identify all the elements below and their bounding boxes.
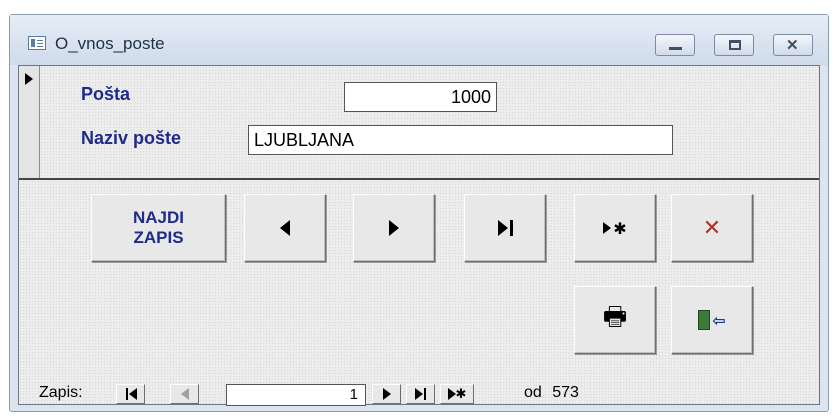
previous-record-icon (280, 220, 290, 236)
new-record-icon: ✱ (575, 195, 655, 261)
close-icon: ✕ (786, 37, 799, 54)
next-record-button[interactable] (353, 194, 435, 262)
prev-record-nav-button[interactable] (170, 384, 199, 404)
current-record-field[interactable]: 1 (226, 384, 366, 406)
record-count: od 573 (524, 384, 579, 402)
najdi-label-line2: ZAPIS (133, 228, 184, 247)
maximize-icon (729, 40, 741, 50)
record-nav-label: Zapis: (39, 384, 83, 401)
section-divider (19, 178, 819, 180)
minimize-button[interactable] (655, 34, 695, 56)
last-record-button[interactable] (464, 194, 546, 262)
maximize-button[interactable] (714, 34, 754, 56)
delete-record-icon: ✕ (702, 215, 722, 241)
najdi-zapis-button[interactable]: NAJDI ZAPIS (91, 194, 226, 262)
close-button[interactable]: ✕ (773, 34, 813, 56)
previous-record-button[interactable] (244, 194, 326, 262)
last-record-nav-button[interactable] (406, 384, 435, 404)
naziv-poste-field[interactable]: LJUBLJANA (248, 125, 673, 155)
new-record-nav-icon (447, 388, 456, 400)
print-button[interactable]: 🖶 (574, 286, 656, 354)
last-record-icon (465, 195, 545, 261)
first-record-nav-button[interactable] (116, 384, 145, 404)
naziv-poste-label: Naziv pošte (81, 128, 182, 148)
next-record-nav-icon (382, 388, 391, 400)
print-icon: 🖶 (602, 302, 628, 332)
new-record-button[interactable]: ✱ (574, 194, 656, 262)
last-record-nav-icon (414, 388, 423, 400)
exit-button[interactable]: ⇦ (671, 286, 753, 354)
exit-icon: ⇦ (712, 310, 726, 330)
najdi-label-line1: NAJDI (132, 208, 184, 227)
form-body: Pošta 1000 Naziv pošte LJUBLJANA NAJDI Z… (18, 65, 820, 406)
new-record-nav-button[interactable]: ✱ (440, 384, 474, 404)
window-title: O_vnos_poste (55, 34, 165, 53)
next-record-icon (389, 220, 399, 236)
minimize-icon (669, 47, 682, 50)
next-record-nav-button[interactable] (372, 384, 401, 404)
form-icon (28, 36, 46, 50)
of-label: od (524, 384, 542, 401)
current-record-icon (25, 73, 33, 85)
door-icon (698, 310, 711, 330)
total-records: 573 (552, 384, 579, 401)
prev-record-icon (180, 388, 189, 400)
first-record-icon (125, 388, 128, 400)
record-selector[interactable] (19, 66, 40, 180)
posta-field[interactable]: 1000 (344, 82, 497, 112)
title-bar[interactable]: O_vnos_poste ✕ (10, 15, 828, 65)
posta-label: Pošta (81, 84, 131, 104)
form-window: O_vnos_poste ✕ Pošta 1000 Naziv pošte LJ… (9, 14, 829, 412)
delete-record-button[interactable]: ✕ (671, 194, 753, 262)
